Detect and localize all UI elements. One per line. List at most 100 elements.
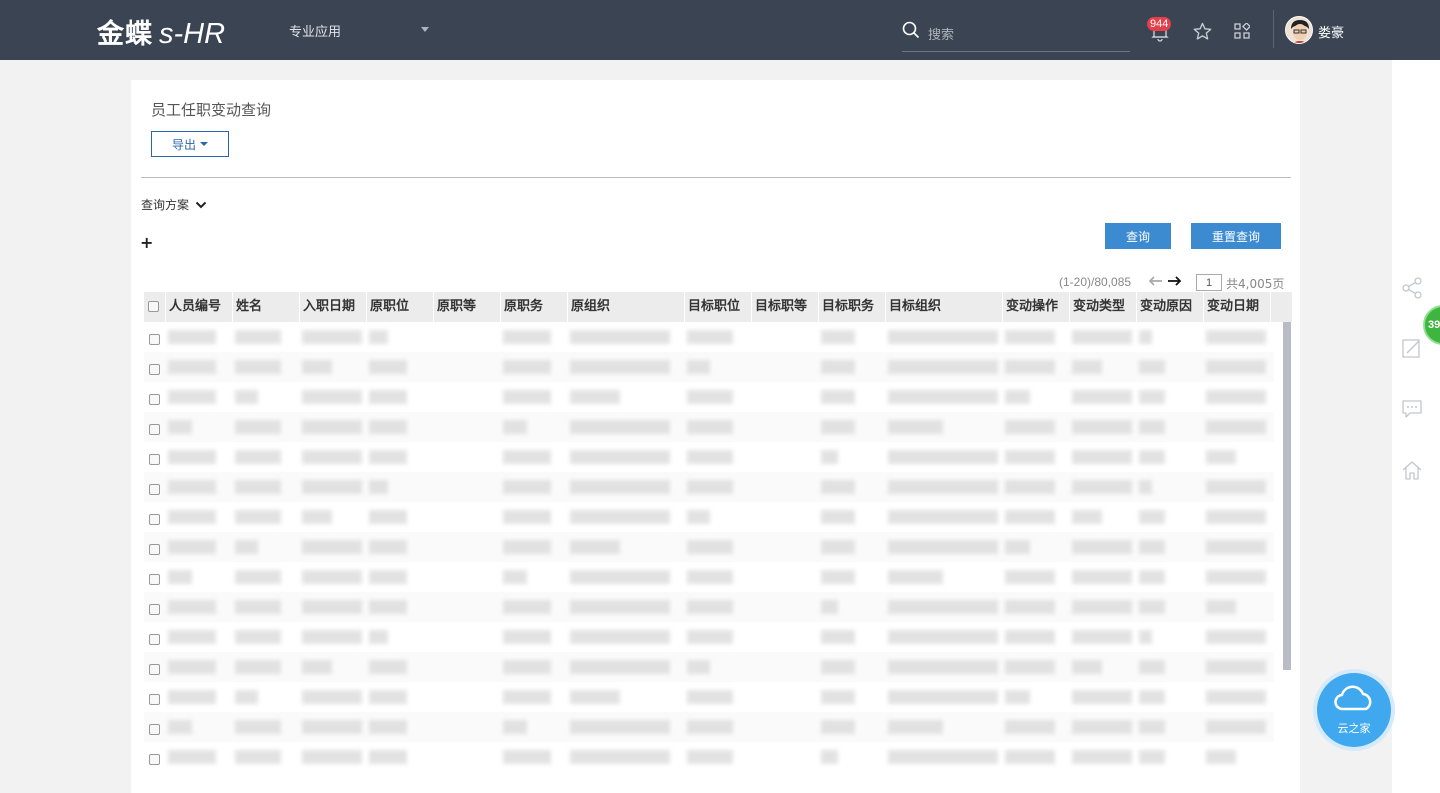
apps-grid-icon[interactable]: [1234, 23, 1250, 39]
obscured-cell: [570, 330, 670, 344]
table-row[interactable]: [144, 562, 1274, 592]
table-row[interactable]: [144, 352, 1274, 382]
cloud-assistant-button[interactable]: 云之家: [1317, 673, 1391, 747]
share-icon[interactable]: [1401, 277, 1423, 299]
obscured-cell: [687, 690, 733, 704]
row-checkbox[interactable]: [149, 604, 160, 615]
obscured-cell: [1206, 750, 1236, 764]
obscured-cell: [687, 480, 733, 494]
obscured-cell: [1005, 510, 1055, 524]
obscured-cell: [302, 450, 362, 464]
row-checkbox[interactable]: [149, 514, 160, 525]
pager-range: (1-20)/80,085: [1059, 275, 1132, 289]
obscured-cell: [302, 600, 362, 614]
row-checkbox[interactable]: [149, 634, 160, 645]
obscured-cell: [821, 360, 855, 374]
table-row[interactable]: [144, 322, 1274, 352]
obscured-cell: [1139, 720, 1165, 734]
cloud-label: 云之家: [1337, 722, 1371, 735]
table-row[interactable]: [144, 592, 1274, 622]
obscured-cell: [235, 720, 281, 734]
obscured-cell: [888, 570, 943, 584]
search-icon[interactable]: [902, 21, 920, 39]
row-checkbox[interactable]: [149, 334, 160, 345]
obscured-cell: [503, 540, 551, 554]
column-header[interactable]: 目标职等: [752, 292, 819, 322]
table-row[interactable]: [144, 472, 1274, 502]
row-checkbox[interactable]: [149, 754, 160, 765]
chevron-down-icon[interactable]: [421, 27, 429, 32]
chat-icon[interactable]: [1401, 398, 1423, 420]
row-checkbox[interactable]: [149, 454, 160, 465]
app-logo[interactable]: 金蝶 s-HR: [97, 12, 225, 51]
obscured-cell: [1139, 480, 1152, 494]
obscured-cell: [1206, 660, 1266, 674]
row-checkbox[interactable]: [149, 484, 160, 495]
column-header[interactable]: 变动类型: [1070, 292, 1137, 322]
column-header[interactable]: 变动操作: [1003, 292, 1070, 322]
row-checkbox[interactable]: [149, 394, 160, 405]
avatar[interactable]: [1285, 16, 1313, 44]
column-header[interactable]: 原职等: [434, 292, 501, 322]
column-header[interactable]: 目标职务: [819, 292, 886, 322]
obscured-cell: [570, 420, 670, 434]
obscured-cell: [302, 720, 362, 734]
obscured-cell: [1206, 690, 1266, 704]
obscured-cell: [168, 420, 192, 434]
edit-icon[interactable]: [1401, 337, 1423, 359]
table-row[interactable]: [144, 742, 1274, 772]
obscured-cell: [888, 420, 943, 434]
obscured-cell: [302, 330, 362, 344]
home-icon[interactable]: [1401, 459, 1423, 481]
obscured-cell: [168, 630, 216, 644]
row-checkbox[interactable]: [149, 724, 160, 735]
vertical-scrollbar[interactable]: [1283, 322, 1291, 670]
table-row[interactable]: [144, 412, 1274, 442]
app-menu-dropdown[interactable]: 专业应用: [289, 21, 341, 40]
obscured-cell: [1072, 330, 1132, 344]
column-header[interactable]: 目标职位: [685, 292, 752, 322]
obscured-cell: [1072, 390, 1132, 404]
table-row[interactable]: [144, 382, 1274, 412]
column-header[interactable]: 原职位: [367, 292, 434, 322]
select-all-checkbox[interactable]: [148, 301, 159, 312]
column-header[interactable]: 入职日期: [300, 292, 367, 322]
obscured-cell: [888, 360, 998, 374]
column-header[interactable]: 姓名: [233, 292, 300, 322]
row-checkbox[interactable]: [149, 574, 160, 585]
obscured-cell: [570, 630, 670, 644]
row-checkbox[interactable]: [149, 664, 160, 675]
query-button[interactable]: 查询: [1105, 223, 1171, 249]
page-number-input[interactable]: [1196, 274, 1222, 291]
table-row[interactable]: [144, 682, 1274, 712]
row-checkbox[interactable]: [149, 424, 160, 435]
arrow-left-icon[interactable]: [1149, 276, 1163, 286]
table-row[interactable]: [144, 532, 1274, 562]
query-scheme-toggle[interactable]: 查询方案: [141, 196, 207, 213]
column-header[interactable]: 原职务: [501, 292, 568, 322]
obscured-cell: [570, 600, 670, 614]
row-checkbox[interactable]: [149, 694, 160, 705]
row-checkbox[interactable]: [149, 544, 160, 555]
row-checkbox[interactable]: [149, 364, 160, 375]
obscured-cell: [888, 750, 998, 764]
column-header[interactable]: 目标组织: [886, 292, 1003, 322]
table-row[interactable]: [144, 502, 1274, 532]
column-header[interactable]: 原组织: [568, 292, 685, 322]
table-row[interactable]: [144, 712, 1274, 742]
table-row[interactable]: [144, 622, 1274, 652]
table-row[interactable]: [144, 652, 1274, 682]
export-button[interactable]: 导出: [151, 131, 229, 157]
username[interactable]: 娄豪: [1318, 22, 1344, 41]
reset-query-button[interactable]: 重置查询: [1191, 223, 1281, 249]
arrow-right-icon[interactable]: [1167, 276, 1181, 286]
table-row[interactable]: [144, 442, 1274, 472]
search-input[interactable]: [928, 24, 1126, 46]
obscured-cell: [1206, 510, 1266, 524]
add-condition-button[interactable]: +: [140, 233, 153, 252]
column-header[interactable]: 人员编号: [166, 292, 233, 322]
column-header[interactable]: 变动原因: [1137, 292, 1204, 322]
column-header[interactable]: 变动日期: [1204, 292, 1271, 322]
obscured-cell: [1139, 540, 1165, 554]
star-icon[interactable]: [1193, 22, 1212, 41]
